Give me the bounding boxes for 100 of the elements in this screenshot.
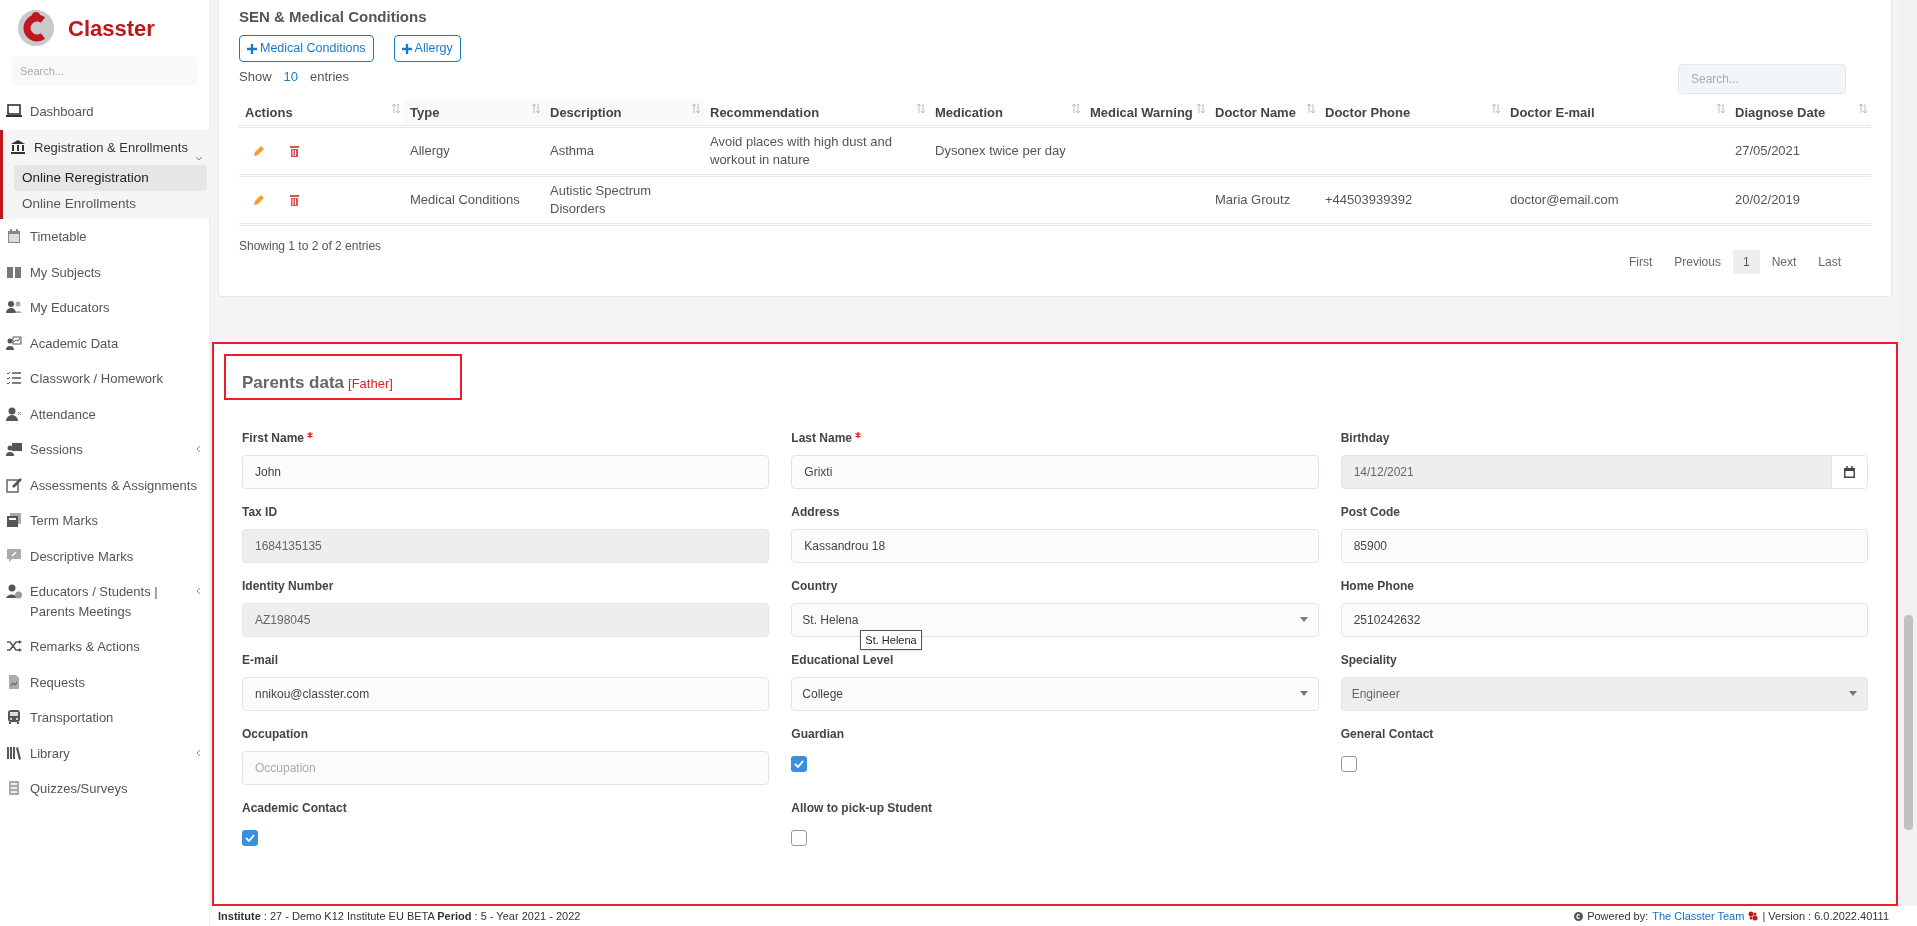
select-field[interactable]: St. Helena: [791, 602, 1319, 637]
length-label: entries: [310, 67, 350, 86]
input-field[interactable]: Kassandrou 18: [791, 528, 1319, 563]
menu-item[interactable]: Quizzes/Surveys: [0, 771, 209, 807]
sort-icon: [1717, 104, 1725, 113]
checkbox[interactable]: [791, 829, 808, 846]
field-label: Tax ID: [242, 503, 278, 521]
table-cell: Medical Conditions: [404, 175, 544, 224]
sort-icon: [1492, 104, 1500, 113]
field-label: General Contact: [1340, 725, 1434, 743]
submenu-item[interactable]: Online Reregistration: [14, 165, 207, 191]
page-link[interactable]: Previous: [1664, 249, 1731, 274]
table-cell: doctor@email.com: [1504, 175, 1729, 224]
column-header[interactable]: Doctor Phone: [1319, 100, 1504, 126]
menu-item[interactable]: Educators / Students | Parents Meetings: [0, 574, 209, 629]
sort-icon: [1307, 104, 1315, 113]
sort-icon: [1859, 104, 1867, 113]
field-label: E-mail: [242, 651, 278, 669]
menu-item[interactable]: Requests: [0, 664, 209, 700]
menu-item[interactable]: Remarks & Actions: [0, 629, 209, 665]
column-header[interactable]: Diagnose Date: [1729, 100, 1871, 126]
table-cell: Autistic Spectrum Disorders: [544, 175, 704, 224]
sort-icon: [692, 104, 700, 113]
field-label: Educational Level: [791, 651, 894, 669]
shuffle-icon: [6, 638, 22, 654]
sort-icon: [917, 104, 925, 113]
table-info: Showing 1 to 2 of 2 entries: [239, 237, 382, 255]
menu-item[interactable]: Library: [0, 735, 209, 771]
input-field[interactable]: 2510242632: [1340, 602, 1868, 637]
page-length-select[interactable]: 10: [283, 66, 298, 86]
users-icon: [6, 299, 22, 315]
menu-item[interactable]: Assessments & Assignments: [0, 467, 209, 503]
logo-text: Classter: [68, 14, 155, 43]
presentation-icon: [6, 441, 22, 457]
field-label: Academic Contact: [242, 799, 347, 817]
version-label: | Version : 6.0.2022.40111: [1762, 908, 1889, 924]
table-cell: +44503939392: [1319, 175, 1504, 224]
caret-down-icon: [1299, 617, 1308, 622]
input-field[interactable]: Occupation: [242, 750, 770, 785]
add-button[interactable]: Allergy: [393, 35, 461, 62]
sort-icon: [392, 104, 400, 113]
check-icon: [245, 833, 255, 842]
column-header[interactable]: Doctor E-mail: [1504, 100, 1729, 126]
table-cell: Avoid places with high dust and workout in nature: [704, 126, 929, 175]
required-icon: [855, 431, 862, 438]
menu-item[interactable]: Academic Data: [0, 325, 209, 361]
menu-item[interactable]: Timetable: [0, 219, 209, 255]
team-link[interactable]: The Classter Team: [1652, 907, 1745, 925]
page-link[interactable]: Last: [1808, 249, 1851, 274]
search-field[interactable]: Search...: [12, 56, 197, 86]
laptop-icon: [6, 103, 22, 119]
field-label: Last Name: [791, 428, 862, 447]
menu-item[interactable]: Registration & Enrollments: [3, 129, 209, 165]
column-header[interactable]: Medication: [929, 100, 1084, 126]
page-link[interactable]: First: [1618, 249, 1663, 274]
menu-item[interactable]: Descriptive Marks: [0, 538, 209, 574]
sort-icon: [532, 104, 540, 113]
checkbox[interactable]: [791, 755, 808, 772]
menu-item[interactable]: My Educators: [0, 290, 209, 326]
column-header[interactable]: Medical Warning: [1084, 100, 1209, 126]
caret-down-icon: [1299, 691, 1308, 696]
search-field[interactable]: Search...: [1678, 64, 1846, 94]
input-field[interactable]: Grixti: [791, 454, 1319, 489]
checklist-icon: [6, 780, 22, 796]
checklist-icon: [6, 370, 22, 386]
user-x-icon: [6, 405, 22, 422]
menu-item[interactable]: Sessions: [0, 432, 209, 468]
column-header[interactable]: Description: [544, 100, 704, 126]
field-label: Country: [791, 577, 838, 595]
table-cell: Dysonex twice per day: [929, 126, 1084, 175]
scrollbar[interactable]: [1900, 0, 1917, 906]
input-field[interactable]: nnikou@classter.com: [242, 676, 770, 711]
menu-item[interactable]: Transportation: [0, 700, 209, 736]
select-field[interactable]: College: [791, 676, 1319, 711]
menu-item[interactable]: Term Marks: [0, 503, 209, 539]
column-header[interactable]: Actions: [239, 100, 404, 126]
books-icon: [6, 744, 22, 761]
submenu-item[interactable]: Online Enrollments: [14, 191, 207, 217]
field-label: Speciality: [1340, 651, 1397, 669]
page-link[interactable]: Next: [1761, 249, 1807, 274]
pencil-icon: [253, 144, 265, 157]
column-header[interactable]: Doctor Name: [1209, 100, 1319, 126]
checkbox[interactable]: [1340, 755, 1357, 772]
menu-item[interactable]: Attendance: [0, 396, 209, 432]
menu-item[interactable]: My Subjects: [0, 254, 209, 290]
pencil-icon: [253, 193, 265, 206]
input-field[interactable]: John: [242, 454, 770, 489]
menu-item[interactable]: Dashboard: [0, 94, 209, 130]
input-field[interactable]: 85900: [1340, 528, 1868, 563]
chevron-left-icon: [195, 748, 203, 757]
field-label: Allow to pick-up Student: [791, 799, 932, 817]
page-link[interactable]: 1: [1732, 249, 1760, 274]
tooltip: St. Helena: [860, 629, 922, 650]
column-header[interactable]: Type: [404, 100, 544, 126]
checkbox[interactable]: [242, 829, 258, 846]
logo-icon: [1748, 911, 1759, 921]
column-header[interactable]: Recommendation: [704, 100, 929, 126]
menu-item[interactable]: Classwork / Homework: [0, 361, 209, 397]
add-button[interactable]: Medical Conditions: [239, 35, 374, 62]
table-cell: 27/05/2021: [1729, 126, 1871, 175]
